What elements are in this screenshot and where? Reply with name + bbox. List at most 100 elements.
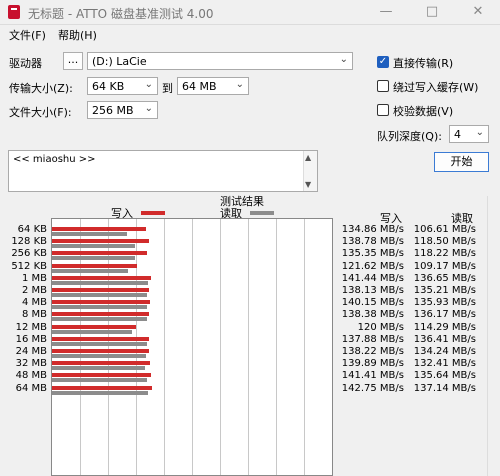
write-speed-value: 120 MB/s <box>357 321 404 333</box>
verify-data-label: 校验数据(V) <box>393 105 454 118</box>
read-bar <box>52 268 129 273</box>
write-bar <box>52 275 151 280</box>
read-bar <box>52 293 147 297</box>
chart-gridline <box>220 219 221 475</box>
browse-button[interactable]: ... <box>63 52 83 70</box>
scroll-down-icon[interactable]: ▼ <box>305 180 311 189</box>
chevron-down-icon: ⌄ <box>475 127 484 138</box>
maximize-icon[interactable]: □ <box>412 2 452 22</box>
read-bar <box>52 366 145 371</box>
description-textarea[interactable]: << miaoshu >> ▲ ▼ <box>8 150 318 192</box>
write-speed-value: 137.88 MB/s <box>341 333 404 345</box>
read-speed-value: 136.17 MB/s <box>413 309 476 321</box>
queue-depth-value: 4 <box>454 128 461 141</box>
menu-bar: 文件(F) 帮助(H) <box>0 25 500 43</box>
drive-label: 驱动器 <box>9 57 42 70</box>
to-label: 到 <box>162 82 173 95</box>
row-size-label: 16 MB <box>15 333 47 345</box>
read-bar <box>52 378 147 383</box>
queue-depth-select[interactable]: 4 ⌄ <box>449 125 489 143</box>
description-scrollbar[interactable]: ▲ ▼ <box>303 151 317 191</box>
transfer-size-to-select[interactable]: 64 MB ⌄ <box>177 77 249 95</box>
read-bar <box>52 244 135 249</box>
read-speed-value: 135.93 MB/s <box>413 297 476 309</box>
read-speed-value: 114.29 MB/s <box>413 321 476 333</box>
menu-file[interactable]: 文件(F) <box>9 27 46 43</box>
write-speed-value: 142.75 MB/s <box>341 382 404 394</box>
scroll-up-icon[interactable]: ▲ <box>305 153 311 162</box>
row-size-label: 128 KB <box>11 236 47 248</box>
read-legend-swatch <box>250 211 274 215</box>
chart-gridline <box>304 219 305 475</box>
chart-gridline <box>192 219 193 475</box>
row-size-label: 48 MB <box>15 370 47 382</box>
transfer-size-to-value: 64 MB <box>182 80 217 93</box>
chevron-down-icon: ⌄ <box>144 79 153 90</box>
chevron-down-icon: ⌄ <box>339 54 348 65</box>
read-speed-value: 137.14 MB/s <box>413 382 476 394</box>
row-size-label: 4 MB <box>21 297 47 309</box>
file-size-select[interactable]: 256 MB ⌄ <box>87 101 158 119</box>
write-bar <box>52 336 149 341</box>
title-bar: 无标题 - ATTO 磁盘基准测试 4.00 — □ ✕ <box>0 0 500 25</box>
results-scrollbar[interactable] <box>487 196 500 476</box>
queue-depth-label: 队列深度(Q): <box>377 130 442 143</box>
write-speed-value: 134.86 MB/s <box>341 224 404 235</box>
start-button[interactable]: 开始 <box>434 152 489 172</box>
write-legend-swatch <box>141 211 165 215</box>
results-chart <box>51 218 333 476</box>
write-bar <box>52 300 151 305</box>
chart-gridline <box>136 219 137 475</box>
row-size-label: 64 MB <box>15 382 47 394</box>
minimize-icon[interactable]: — <box>366 2 406 22</box>
write-bar <box>52 361 150 366</box>
direct-io-label: 直接传输(R) <box>393 57 454 70</box>
write-bar <box>52 373 151 378</box>
drive-value: (D:) LaCie <box>92 55 147 68</box>
drive-select[interactable]: (D:) LaCie ⌄ <box>87 52 353 70</box>
row-size-label: 8 MB <box>21 309 47 321</box>
chevron-down-icon: ⌄ <box>144 103 153 114</box>
chevron-down-icon: ⌄ <box>235 79 244 90</box>
read-speed-value: 136.65 MB/s <box>413 272 476 284</box>
transfer-size-from-value: 64 KB <box>92 80 125 93</box>
write-speed-value: 138.38 MB/s <box>341 309 404 321</box>
write-bar <box>52 288 149 292</box>
write-speed-value: 121.62 MB/s <box>341 260 404 272</box>
write-speed-value: 139.89 MB/s <box>341 358 404 370</box>
read-bar <box>52 256 135 261</box>
read-bar <box>52 354 146 358</box>
write-speed-value: 141.41 MB/s <box>341 370 404 382</box>
read-bar <box>52 341 148 346</box>
write-speed-value: 138.78 MB/s <box>341 236 404 248</box>
read-speed-value: 135.64 MB/s <box>413 370 476 382</box>
write-speed-value: 140.15 MB/s <box>341 297 404 309</box>
read-bar <box>52 390 148 395</box>
verify-data-checkbox[interactable] <box>377 104 389 116</box>
read-bar <box>52 317 148 322</box>
read-speed-value: 118.50 MB/s <box>413 236 476 248</box>
write-bar <box>52 385 152 390</box>
file-size-label: 文件大小(F): <box>9 106 72 119</box>
read-bar <box>52 305 148 310</box>
write-bar <box>52 312 149 317</box>
menu-help[interactable]: 帮助(H) <box>58 27 97 43</box>
chart-gridline <box>276 219 277 475</box>
direct-io-checkbox[interactable]: ✓ <box>377 56 389 68</box>
write-bar <box>52 349 149 353</box>
bypass-cache-checkbox[interactable] <box>377 80 389 92</box>
atto-app-icon <box>8 5 20 19</box>
close-icon[interactable]: ✕ <box>458 2 498 22</box>
chart-gridline <box>248 219 249 475</box>
write-bar <box>52 239 150 244</box>
row-size-label: 64 KB <box>17 224 47 235</box>
write-bar <box>52 251 147 256</box>
transfer-size-from-select[interactable]: 64 KB ⌄ <box>87 77 158 95</box>
write-bar <box>52 324 136 329</box>
read-bar <box>52 329 132 334</box>
row-size-label: 32 MB <box>15 358 47 370</box>
write-speed-value: 135.35 MB/s <box>341 248 404 260</box>
window-title: 无标题 - ATTO 磁盘基准测试 4.00 <box>28 7 214 21</box>
read-speed-value: 132.41 MB/s <box>413 358 476 370</box>
read-speed-value: 136.41 MB/s <box>413 333 476 345</box>
